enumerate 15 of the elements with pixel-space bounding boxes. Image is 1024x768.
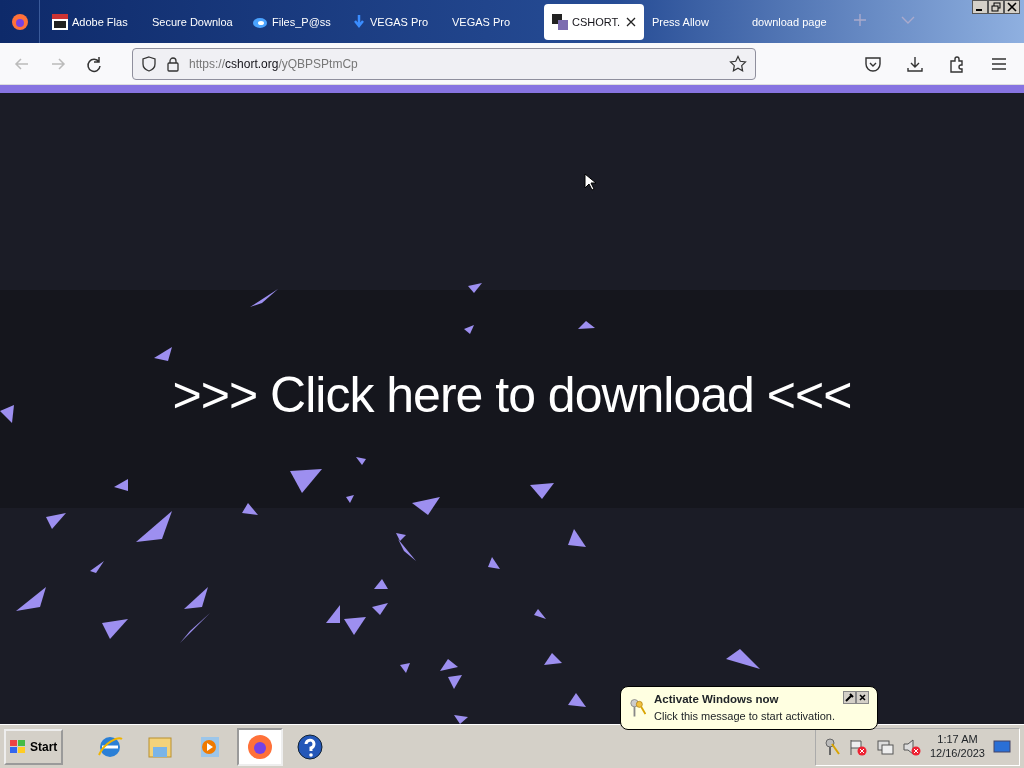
clock-time[interactable]: 1:17 AM [929,732,985,747]
notification-balloon[interactable]: Activate Windows now Click this message to start activation. [620,686,878,730]
download-link[interactable]: >>> Click here to download <<< [0,358,1024,433]
browser-tab[interactable]: Press Allow [644,4,744,40]
browser-tab[interactable]: VEGAS Pro [444,4,544,40]
notification-title: Activate Windows now [654,692,780,708]
notification-message: Click this message to start activation. [654,709,835,725]
browser-tab[interactable]: Secure Downloa [144,4,244,40]
browser-tab[interactable]: download page [744,4,844,40]
browser-tab[interactable]: VEGAS Pro [344,4,444,40]
browser-tab[interactable]: Files_P@ss [244,4,344,40]
start-button[interactable]: Start [4,728,64,765]
browser-tab[interactable]: CSHORT. [544,4,644,40]
browser-tab[interactable]: Adobe Flas [44,4,144,40]
clock-date[interactable]: 12/16/2023 [929,746,985,761]
